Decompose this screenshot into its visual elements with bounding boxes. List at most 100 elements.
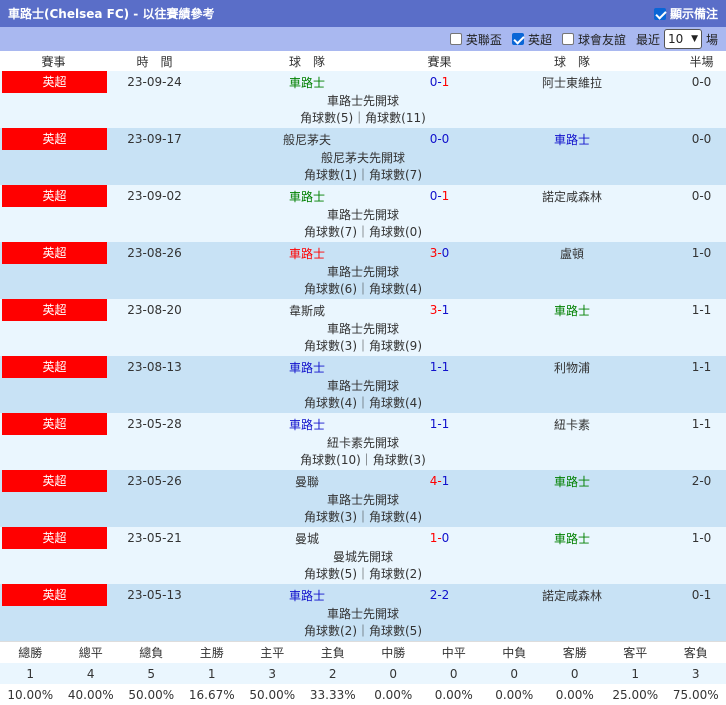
stats-percents-row: 10.00% 40.00% 50.00% 16.67% 50.00% 33.33% 0.00… <box>0 684 726 705</box>
match-item: 英超 23-05-28 車路士 1-1 紐卡素 1-1 紐卡素先開球 角球數(10)｜角球數(… <box>0 413 726 470</box>
score-away: 1 <box>441 75 450 89</box>
kickoff-note: 車路士先開球 <box>326 265 399 279</box>
stat-count: 0 <box>449 666 458 681</box>
match-score: 0-0 <box>412 132 467 146</box>
match-item: 英超 23-09-02 車路士 0-1 諾定咸森林 0-0 車路士先開球 角球數(7)｜角球數… <box>0 185 726 242</box>
stat-count: 0 <box>389 666 398 681</box>
header-away-team: 球 隊 <box>553 54 590 69</box>
stat-count: 2 <box>328 666 337 681</box>
kickoff-note: 曼城先開球 <box>332 550 393 564</box>
half-time-score: 1-1 <box>691 417 712 431</box>
stat-label: 主勝 <box>199 646 224 660</box>
away-team-link[interactable]: 紐卡素 <box>467 416 677 433</box>
half-time-score: 0-1 <box>691 588 712 602</box>
match-date: 23-08-26 <box>127 246 182 260</box>
match-row: 英超 23-08-13 車路士 1-1 利物浦 1-1 <box>0 356 726 378</box>
home-team-link[interactable]: 車路士 <box>202 74 412 91</box>
match-item: 英超 23-08-13 車路士 1-1 利物浦 1-1 車路士先開球 角球數(4)｜角球數(4… <box>0 356 726 413</box>
score-away: 2 <box>441 588 450 602</box>
away-team-link[interactable]: 車路士 <box>467 302 677 319</box>
league-cup-checkbox[interactable] <box>449 33 462 45</box>
stat-percent: 25.00% <box>612 687 659 702</box>
match-date: 23-08-20 <box>127 303 182 317</box>
home-team-link[interactable]: 般尼茅夫 <box>202 131 412 148</box>
league-badge: 英超 <box>2 356 107 378</box>
match-row: 英超 23-08-20 韋斯咸 3-1 車路士 1-1 <box>0 299 726 321</box>
away-team-link[interactable]: 諾定咸森林 <box>467 587 677 604</box>
home-team-link[interactable]: 車路士 <box>202 587 412 604</box>
show-notes-checkbox[interactable] <box>653 7 666 20</box>
league-badge: 英超 <box>2 584 107 606</box>
stat-percent: 50.00% <box>249 687 296 702</box>
league-badge: 英超 <box>2 470 107 492</box>
corners-note: 角球數(3)｜角球數(9) <box>304 339 422 353</box>
match-date: 23-05-26 <box>127 474 182 488</box>
score-away: 1 <box>441 474 450 488</box>
away-team-link[interactable]: 利物浦 <box>467 359 677 376</box>
stat-label: 總勝 <box>18 646 43 660</box>
match-item: 英超 23-08-26 車路士 3-0 盧頓 1-0 車路士先開球 角球數(6)｜角球數(4) <box>0 242 726 299</box>
away-team-link[interactable]: 盧頓 <box>467 245 677 262</box>
header-half-time: 半場 <box>689 54 714 69</box>
match-score: 3-1 <box>412 303 467 317</box>
home-team-link[interactable]: 韋斯咸 <box>202 302 412 319</box>
match-item: 英超 23-09-24 車路士 0-1 阿士東維拉 0-0 車路士先開球 角球數(5)｜角球數… <box>0 71 726 128</box>
home-team-link[interactable]: 車路士 <box>202 245 412 262</box>
away-team-link[interactable]: 諾定咸森林 <box>467 188 677 205</box>
stat-label: 總負 <box>139 646 164 660</box>
score-away: 1 <box>441 189 450 203</box>
score-away: 1 <box>441 360 450 374</box>
show-notes-toggle[interactable]: 顯示備注 <box>653 5 718 22</box>
match-score: 1-1 <box>412 360 467 374</box>
match-date: 23-08-13 <box>127 360 182 374</box>
premier-checkbox[interactable] <box>511 33 524 45</box>
stat-percent: 0.00% <box>555 687 594 702</box>
stat-label: 中勝 <box>381 646 406 660</box>
stat-percent: 0.00% <box>434 687 473 702</box>
stat-percent: 10.00% <box>7 687 54 702</box>
home-team-link[interactable]: 車路士 <box>202 359 412 376</box>
away-team-link[interactable]: 車路士 <box>467 131 677 148</box>
stat-count: 1 <box>207 666 216 681</box>
header-home-team: 球 隊 <box>288 54 325 69</box>
recent-select[interactable]: 10 ▼ <box>663 29 702 49</box>
match-score: 0-1 <box>412 75 467 89</box>
match-score: 4-1 <box>412 474 467 488</box>
away-team-link[interactable]: 車路士 <box>467 473 677 490</box>
match-item: 英超 23-09-17 般尼茅夫 0-0 車路士 0-0 般尼茅夫先開球 角球數(1)｜角球數… <box>0 128 726 185</box>
home-team-link[interactable]: 車路士 <box>202 416 412 433</box>
filter-premier[interactable]: 英超 <box>511 31 552 48</box>
stat-count: 4 <box>86 666 95 681</box>
half-time-score: 2-0 <box>691 474 712 488</box>
filter-club-friendly[interactable]: 球會友誼 <box>561 31 626 48</box>
corners-note: 角球數(3)｜角球數(4) <box>304 510 422 524</box>
club-friendly-checkbox[interactable] <box>561 33 574 45</box>
league-badge: 英超 <box>2 299 107 321</box>
home-team-link[interactable]: 車路士 <box>202 188 412 205</box>
match-date: 23-05-28 <box>127 417 182 431</box>
away-team-link[interactable]: 阿士東維拉 <box>467 74 677 91</box>
recent-label: 最近 <box>635 32 660 47</box>
match-score: 1-0 <box>412 531 467 545</box>
recent-select-value: 10 <box>667 32 684 46</box>
away-team-link[interactable]: 車路士 <box>467 530 677 547</box>
corners-note: 角球數(1)｜角球數(7) <box>304 168 422 182</box>
league-badge: 英超 <box>2 527 107 549</box>
filter-league-cup[interactable]: 英聯盃 <box>449 31 502 48</box>
match-item: 英超 23-05-13 車路士 2-2 諾定咸森林 0-1 車路士先開球 角球數(2)｜角球數… <box>0 584 726 641</box>
home-team-link[interactable]: 曼聯 <box>202 473 412 490</box>
show-notes-label: 顯示備注 <box>669 7 718 21</box>
match-row: 英超 23-08-26 車路士 3-0 盧頓 1-0 <box>0 242 726 264</box>
chevron-down-icon: ▼ <box>691 34 698 44</box>
home-team-link[interactable]: 曼城 <box>202 530 412 547</box>
match-date: 23-05-21 <box>127 531 182 545</box>
stat-label: 客平 <box>623 646 648 660</box>
league-cup-label: 英聯盃 <box>465 32 502 47</box>
stat-count: 0 <box>510 666 519 681</box>
stat-percent: 33.33% <box>309 687 356 702</box>
stat-percent: 75.00% <box>672 687 719 702</box>
stat-label: 客負 <box>683 646 708 660</box>
match-date: 23-09-17 <box>127 132 182 146</box>
match-row: 英超 23-09-02 車路士 0-1 諾定咸森林 0-0 <box>0 185 726 207</box>
corners-note: 角球數(5)｜角球數(11) <box>300 111 426 125</box>
